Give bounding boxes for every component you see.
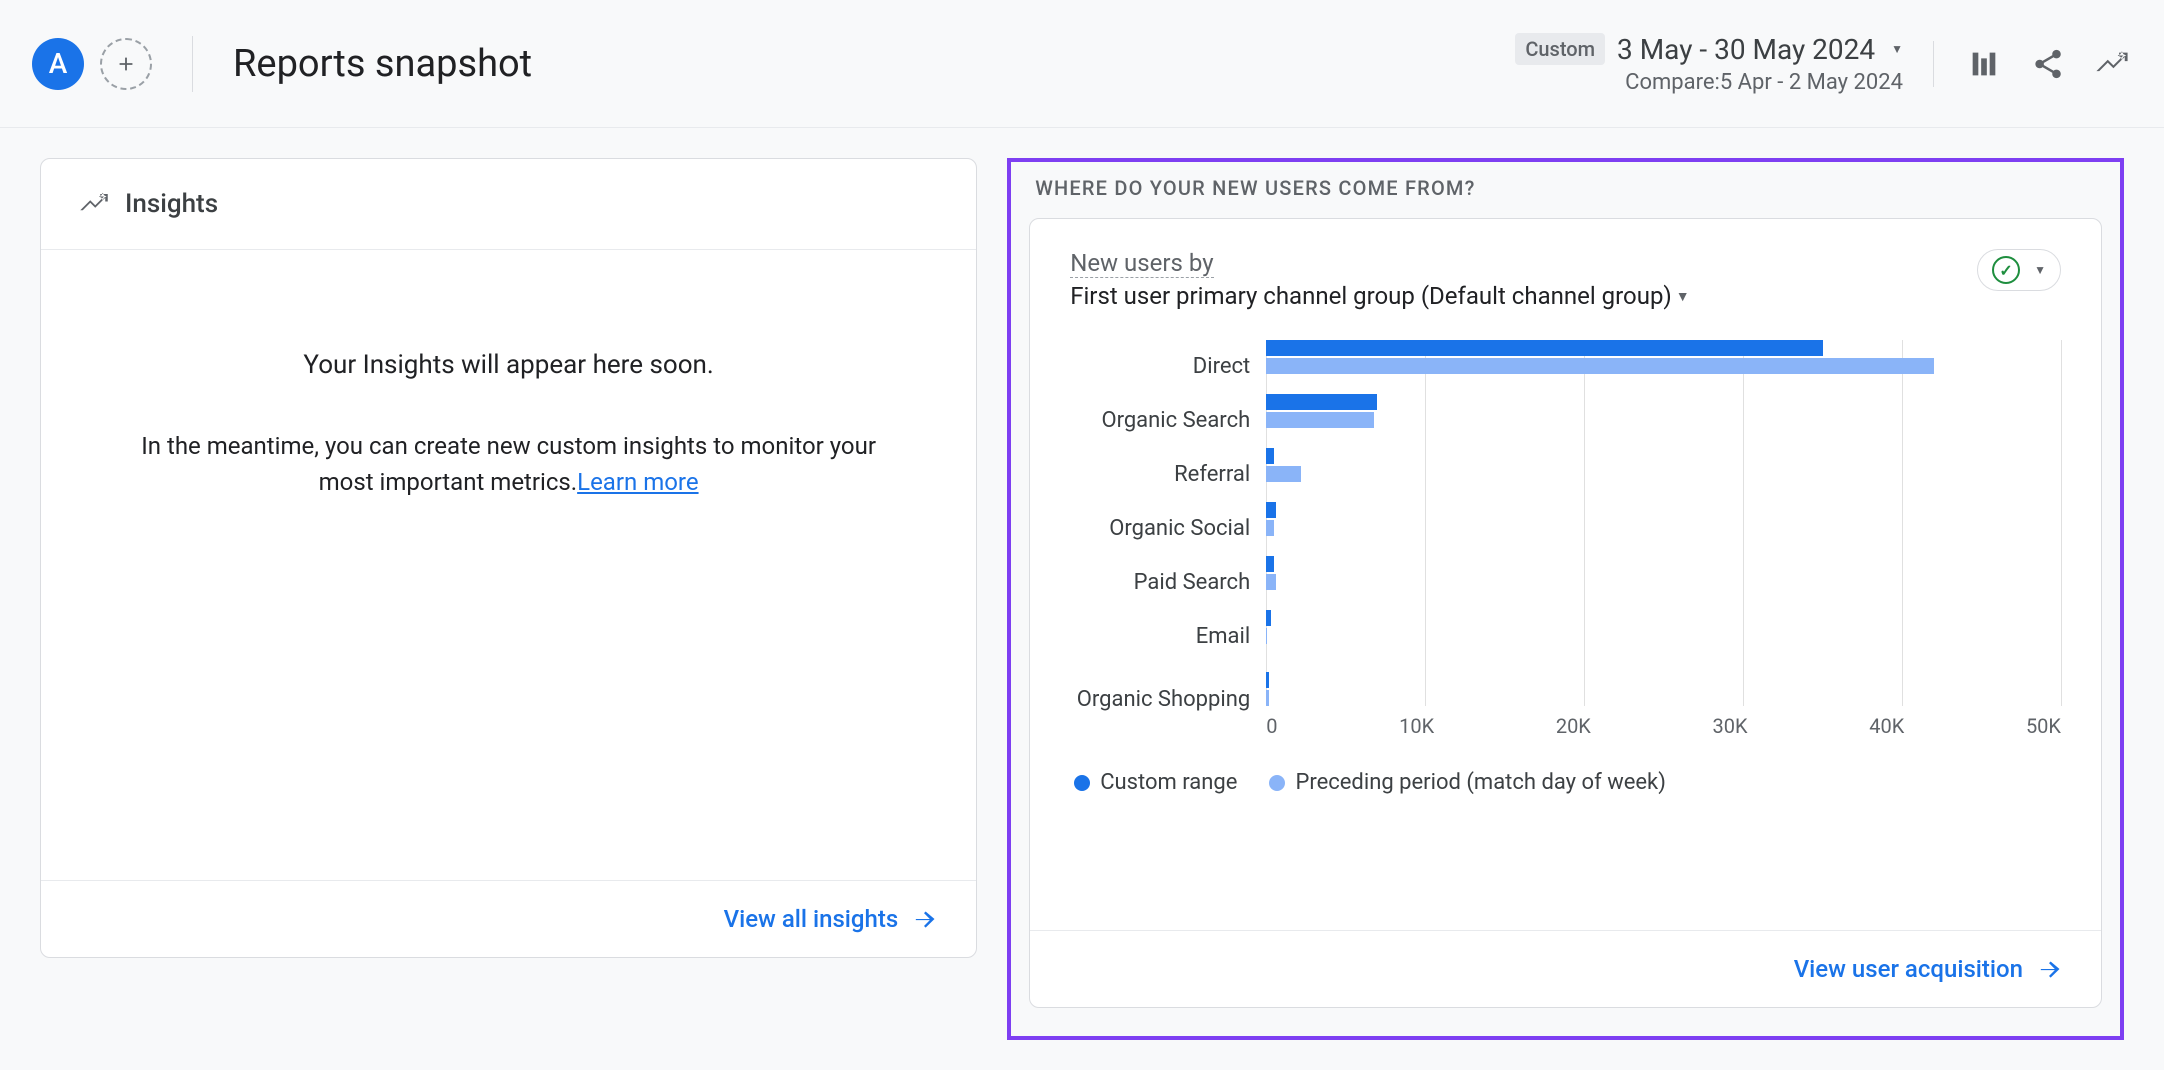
- insights-button[interactable]: [2092, 44, 2132, 84]
- insights-card: Insights Your Insights will appear here …: [40, 158, 977, 958]
- date-range-picker[interactable]: Custom 3 May - 30 May 2024 ▼ Compare:5 A…: [1515, 33, 1903, 95]
- chart-plot-area: 0 10K 20K 30K 40K 50K: [1266, 340, 2061, 750]
- chart-category-label: Direct: [1070, 340, 1250, 394]
- dimension-text: First user primary channel group (Defaul…: [1070, 282, 1672, 310]
- metric-label: New users by: [1070, 249, 1213, 278]
- page-title: Reports snapshot: [233, 42, 532, 86]
- sparkle-trend-icon: [79, 189, 109, 219]
- chart-category-label: Organic Shopping: [1070, 664, 1250, 736]
- bar-primary: [1266, 394, 1377, 410]
- arrow-right-icon: [910, 905, 938, 933]
- view-user-acquisition-link[interactable]: View user acquisition: [1794, 955, 2063, 983]
- x-tick: 40K: [1869, 714, 1904, 738]
- x-tick: 20K: [1556, 714, 1591, 738]
- bar-primary: [1266, 610, 1271, 626]
- chart-category-label: Organic Search: [1070, 394, 1250, 448]
- bar-primary: [1266, 448, 1274, 464]
- dimension-selector[interactable]: First user primary channel group (Defaul…: [1070, 282, 1689, 310]
- sparkle-trend-icon: [2095, 47, 2129, 81]
- x-tick: 30K: [1713, 714, 1748, 738]
- legend-secondary-label: Preceding period (match day of week): [1295, 770, 1665, 795]
- legend-secondary: Preceding period (match day of week): [1269, 770, 1665, 795]
- x-tick: 10K: [1399, 714, 1434, 738]
- bar-secondary: [1266, 358, 1934, 374]
- insights-empty-text-span: In the meantime, you can create new cust…: [141, 432, 876, 496]
- insights-empty-state: Your Insights will appear here soon. In …: [41, 250, 976, 880]
- footer-link-label: View all insights: [724, 905, 899, 933]
- learn-more-link[interactable]: Learn more: [577, 468, 698, 496]
- insights-footer: View all insights: [41, 880, 976, 957]
- bar-secondary: [1266, 574, 1276, 590]
- bar-primary: [1266, 556, 1274, 572]
- divider: [1933, 41, 1934, 87]
- bar-secondary: [1266, 520, 1274, 536]
- chart-legend: Custom range Preceding period (match day…: [1030, 750, 2101, 795]
- share-button[interactable]: [2028, 44, 2068, 84]
- legend-swatch-secondary: [1269, 775, 1285, 791]
- chart-category-label: Referral: [1070, 448, 1250, 502]
- chevron-down-icon: ▼: [1676, 288, 1690, 305]
- check-circle-icon: ✓: [1992, 256, 2020, 284]
- content-area: Insights Your Insights will appear here …: [0, 128, 2164, 1070]
- chart-category-label: Email: [1070, 610, 1250, 664]
- bar-chart: DirectOrganic SearchReferralOrganic Soci…: [1030, 320, 2101, 750]
- add-comparison-button[interactable]: [100, 38, 152, 90]
- insights-card-header: Insights: [41, 159, 976, 250]
- bar-primary: [1266, 672, 1269, 688]
- x-tick: 0: [1266, 714, 1277, 738]
- insights-empty-text: In the meantime, you can create new cust…: [119, 428, 899, 500]
- avatar[interactable]: A: [32, 38, 84, 90]
- compare-range-text: Compare:5 Apr - 2 May 2024: [1625, 70, 1903, 95]
- card-status-dropdown[interactable]: ✓ ▼: [1977, 249, 2061, 291]
- arrow-right-icon: [2035, 955, 2063, 983]
- chart-category-label: Organic Social: [1070, 502, 1250, 556]
- view-all-insights-link[interactable]: View all insights: [724, 905, 939, 933]
- x-tick: 50K: [2026, 714, 2061, 738]
- acquisition-card: New users by First user primary channel …: [1029, 218, 2102, 1008]
- insights-empty-title: Your Insights will appear here soon.: [303, 350, 713, 380]
- bar-primary: [1266, 502, 1276, 518]
- chevron-down-icon: ▼: [2034, 263, 2046, 277]
- customize-report-button[interactable]: [1964, 44, 2004, 84]
- chevron-down-icon: ▼: [1891, 42, 1903, 56]
- plus-icon: [115, 53, 137, 75]
- columns-icon: [1967, 47, 2001, 81]
- divider: [192, 36, 193, 92]
- share-icon: [2031, 47, 2065, 81]
- acquisition-section-highlight: WHERE DO YOUR NEW USERS COME FROM? New u…: [1007, 158, 2124, 1040]
- legend-swatch-primary: [1074, 775, 1090, 791]
- chart-x-axis: 0 10K 20K 30K 40K 50K: [1266, 714, 2061, 738]
- chart-category-labels: DirectOrganic SearchReferralOrganic Soci…: [1070, 340, 1250, 750]
- chart-category-label: Paid Search: [1070, 556, 1250, 610]
- legend-primary: Custom range: [1074, 770, 1237, 795]
- bar-secondary: [1266, 690, 1268, 706]
- acquisition-section-title: WHERE DO YOUR NEW USERS COME FROM?: [1035, 176, 2102, 200]
- footer-link-label: View user acquisition: [1794, 955, 2023, 983]
- header-right: Custom 3 May - 30 May 2024 ▼ Compare:5 A…: [1515, 33, 2132, 95]
- bar-secondary: [1266, 628, 1267, 644]
- bar-secondary: [1266, 412, 1374, 428]
- date-range-text: 3 May - 30 May 2024: [1617, 33, 1875, 66]
- acquisition-footer: View user acquisition: [1030, 930, 2101, 1007]
- legend-primary-label: Custom range: [1100, 770, 1237, 795]
- insights-heading: Insights: [125, 189, 218, 219]
- acquisition-card-header: New users by First user primary channel …: [1030, 219, 2101, 320]
- bar-secondary: [1266, 466, 1301, 482]
- bar-primary: [1266, 340, 1822, 356]
- custom-range-tag: Custom: [1515, 33, 1605, 65]
- header-bar: A Reports snapshot Custom 3 May - 30 May…: [0, 0, 2164, 128]
